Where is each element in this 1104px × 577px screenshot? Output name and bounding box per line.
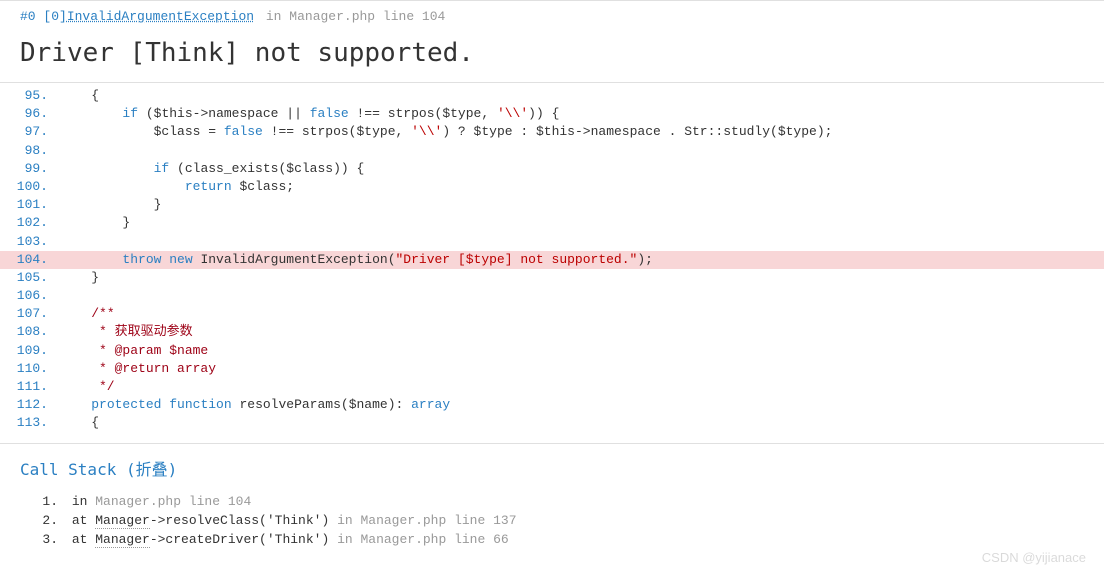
line-code: if (class_exists($class)) { <box>56 160 1104 178</box>
code-line: 96. if ($this->namespace || false !== st… <box>0 105 1104 123</box>
line-number: 111. <box>0 378 56 396</box>
line-code: */ <box>56 378 1104 396</box>
line-code <box>56 233 1104 251</box>
line-code: { <box>56 87 1104 105</box>
code-line: 113. { <box>0 414 1104 432</box>
code-line: 103. <box>0 233 1104 251</box>
code-line: 101. } <box>0 196 1104 214</box>
call-stack-item: 3. at Manager->createDriver('Think') in … <box>20 530 1084 549</box>
line-number: 101. <box>0 196 56 214</box>
line-code <box>56 142 1104 160</box>
code-line: 106. <box>0 287 1104 305</box>
line-number: 98. <box>0 142 56 160</box>
line-number: 104. <box>0 251 56 269</box>
line-code: $class = false !== strpos($type, '\\') ?… <box>56 123 1104 141</box>
exception-link[interactable]: InvalidArgumentException <box>67 9 254 24</box>
call-stack-toggle[interactable]: Call Stack (折叠) <box>20 460 177 479</box>
line-number: 105. <box>0 269 56 287</box>
line-code: * @return array <box>56 360 1104 378</box>
code-block: 95. {96. if ($this->namespace || false !… <box>0 82 1104 437</box>
code-line: 102. } <box>0 214 1104 232</box>
in-word: in <box>266 9 282 24</box>
code-line: 107. /** <box>0 305 1104 323</box>
line-number: 113. <box>0 414 56 432</box>
code-line: 100. return $class; <box>0 178 1104 196</box>
line-code <box>56 287 1104 305</box>
line-number: 103. <box>0 233 56 251</box>
line-code: * @param $name <box>56 342 1104 360</box>
line-number: 102. <box>0 214 56 232</box>
frame-number: #0 <box>20 9 36 24</box>
line-code: { <box>56 414 1104 432</box>
code-line: 95. { <box>0 87 1104 105</box>
code-line: 112. protected function resolveParams($n… <box>0 396 1104 414</box>
file-reference: Manager.php line 104 <box>289 9 445 24</box>
line-code: protected function resolveParams($name):… <box>56 396 1104 414</box>
line-number: 100. <box>0 178 56 196</box>
code-line: 98. <box>0 142 1104 160</box>
frame-bracket: [0] <box>43 9 66 24</box>
line-code: } <box>56 214 1104 232</box>
line-code: if ($this->namespace || false !== strpos… <box>56 105 1104 123</box>
line-code: throw new InvalidArgumentException("Driv… <box>56 251 1104 269</box>
call-stack-list: 1. in Manager.php line 1042. at Manager-… <box>0 486 1104 555</box>
code-line: 111. */ <box>0 378 1104 396</box>
call-stack-item: 1. in Manager.php line 104 <box>20 492 1084 511</box>
line-number: 112. <box>0 396 56 414</box>
error-title: Driver [Think] not supported. <box>0 26 1104 82</box>
line-code: * 获取驱动参数 <box>56 323 1104 341</box>
line-number: 106. <box>0 287 56 305</box>
line-number: 96. <box>0 105 56 123</box>
code-line: 104. throw new InvalidArgumentException(… <box>0 251 1104 269</box>
code-line: 99. if (class_exists($class)) { <box>0 160 1104 178</box>
line-code: } <box>56 196 1104 214</box>
watermark: CSDN @yijianace <box>982 550 1086 565</box>
line-code: } <box>56 269 1104 287</box>
line-number: 109. <box>0 342 56 360</box>
code-line: 105. } <box>0 269 1104 287</box>
line-number: 107. <box>0 305 56 323</box>
line-code: /** <box>56 305 1104 323</box>
code-line: 109. * @param $name <box>0 342 1104 360</box>
code-line: 97. $class = false !== strpos($type, '\\… <box>0 123 1104 141</box>
line-number: 95. <box>0 87 56 105</box>
error-header: #0 [0]InvalidArgumentException in Manage… <box>0 1 1104 26</box>
line-number: 97. <box>0 123 56 141</box>
call-stack-header: Call Stack (折叠) <box>0 443 1104 486</box>
line-number: 110. <box>0 360 56 378</box>
call-stack-item: 2. at Manager->resolveClass('Think') in … <box>20 511 1084 530</box>
code-line: 108. * 获取驱动参数 <box>0 323 1104 341</box>
line-code: return $class; <box>56 178 1104 196</box>
code-line: 110. * @return array <box>0 360 1104 378</box>
line-number: 108. <box>0 323 56 341</box>
line-number: 99. <box>0 160 56 178</box>
